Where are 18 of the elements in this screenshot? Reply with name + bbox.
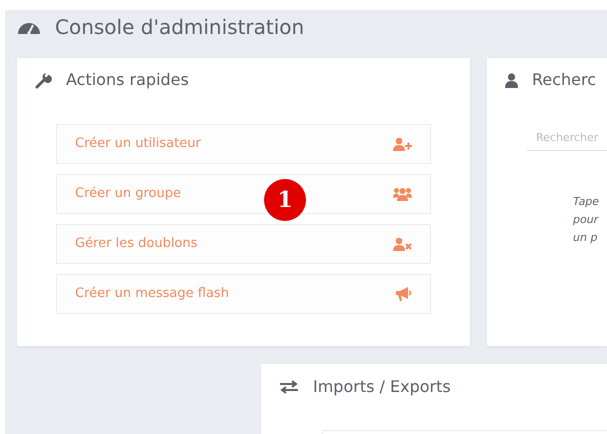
- exchange-icon: [279, 380, 299, 394]
- search-field[interactable]: Rechercher: [527, 124, 607, 151]
- action-button[interactable]: Créer un message flash: [56, 274, 431, 314]
- card-title: Recherc: [532, 70, 596, 90]
- wrench-icon: [35, 72, 52, 88]
- hint-text-line: Tape: [573, 194, 600, 210]
- action-button[interactable]: Gérer les doublons: [56, 224, 431, 264]
- card-title: Imports / Exports: [313, 377, 451, 397]
- megaphone-icon: [395, 286, 412, 302]
- action-button[interactable]: Créer un utilisateur: [56, 124, 431, 164]
- hint-text-line: pour: [573, 212, 600, 228]
- user-icon: [505, 72, 518, 88]
- user-plus-icon: [393, 137, 412, 151]
- page-title: Console d'administration: [55, 15, 304, 39]
- group-icon: [393, 187, 412, 201]
- card-title: Actions rapides: [66, 70, 189, 90]
- hint-text-line: un p: [573, 230, 598, 246]
- user-x-icon: [393, 237, 412, 251]
